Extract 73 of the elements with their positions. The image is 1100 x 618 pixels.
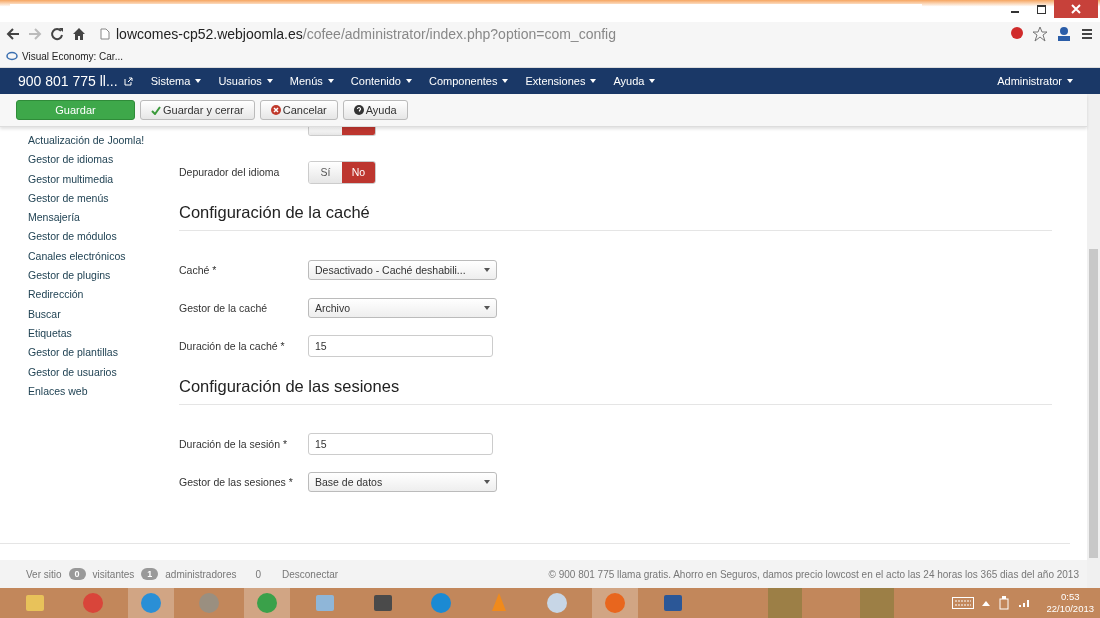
input-field[interactable]: 15 <box>308 335 493 357</box>
check-icon <box>151 105 161 115</box>
toggle-option[interactable]: No <box>342 161 375 183</box>
power-icon[interactable] <box>998 596 1011 610</box>
toolbar-button[interactable]: Ayuda <box>342 100 408 120</box>
taskbar-app-icon[interactable] <box>860 588 895 618</box>
count-badge: 0 <box>68 568 86 580</box>
keyboard-icon[interactable] <box>952 597 975 609</box>
home-icon[interactable] <box>72 26 86 41</box>
close-icon <box>270 105 281 115</box>
sidebar-link[interactable]: Actualización de Joomla! <box>28 131 179 151</box>
field-label: Gestor de la caché <box>179 302 269 314</box>
sidebar-link[interactable]: Gestor de plantillas <box>28 343 179 363</box>
sidebar-link[interactable]: Gestor de idiomas <box>28 150 179 170</box>
section-heading: Configuración de las sesiones <box>179 365 1052 405</box>
sidebar-link[interactable]: Gestor de plugins <box>28 266 179 286</box>
taskbar-app-icon[interactable] <box>768 588 803 618</box>
bookmark-favicon-icon <box>6 51 18 61</box>
sidebar-link[interactable]: Redirección <box>28 285 179 305</box>
field-label: Duración de la caché * <box>179 340 286 352</box>
close-button[interactable] <box>1054 0 1098 18</box>
page-icon <box>100 27 110 40</box>
star-icon[interactable] <box>1032 25 1048 42</box>
help-icon <box>353 105 364 115</box>
toolbar-button[interactable]: Guardar y cerrar <box>140 100 255 120</box>
toggle-segment[interactable] <box>342 127 375 135</box>
sidebar-link[interactable]: Gestor de usuarios <box>28 362 179 382</box>
app-icon[interactable] <box>81 591 105 615</box>
bookmark[interactable]: Visual Economy: Car... <box>6 50 123 62</box>
nav-menu[interactable]: Usuarios <box>218 75 273 87</box>
external-link-icon <box>123 76 133 86</box>
nav-menu[interactable]: Contenido <box>350 75 412 87</box>
sidebar-link[interactable]: Canales electrónicos <box>28 246 179 267</box>
sidebar-link[interactable]: Etiquetas <box>28 323 179 344</box>
toolbar-button[interactable]: Cancelar <box>259 100 338 120</box>
user-menu[interactable]: Administrator <box>997 75 1073 87</box>
nav-menu[interactable]: Extensiones <box>525 75 597 87</box>
messages-count[interactable]: 0 <box>255 568 261 580</box>
reload-icon[interactable] <box>50 26 64 41</box>
logout-link[interactable]: Desconectar <box>282 568 339 580</box>
toggle-option[interactable]: Sí <box>309 161 342 183</box>
nav-menu[interactable]: Componentes <box>429 75 509 87</box>
dropdown[interactable]: Desactivado - Caché deshabili... <box>308 260 497 280</box>
sidebar-link[interactable]: Gestor multimedia <box>28 169 179 189</box>
nav-menu[interactable]: Sistema <box>150 75 202 87</box>
sidebar-link[interactable]: Gestor de módulos <box>28 227 179 247</box>
dropdown[interactable]: Archivo <box>308 298 497 318</box>
copyright-text: © 900 801 775 llama gratis. Ahorro en Seguros, damos precio lowcost en el acto las 24 horas los 365 dias del año 2013 <box>548 568 1079 580</box>
sidebar-link[interactable]: Buscar <box>28 304 179 324</box>
nav-menu[interactable]: Menús <box>289 75 334 87</box>
back-icon[interactable] <box>6 26 20 41</box>
admins-label: administradores <box>165 568 237 580</box>
sidebar-link[interactable]: Enlaces web <box>28 381 179 402</box>
sidebar-link[interactable]: Mensajería <box>28 208 179 228</box>
tray-expand-icon[interactable] <box>982 600 991 606</box>
close-icon <box>1071 4 1081 14</box>
nav-menu[interactable]: Ayuda <box>613 75 656 87</box>
visitors-label: visitantes <box>92 568 135 580</box>
site-name-link[interactable]: 900 801 775 ll... <box>18 73 118 89</box>
dropdown[interactable]: Base de datos <box>308 472 497 492</box>
input-field[interactable]: 15 <box>308 433 493 455</box>
field-label: Gestor de las sesiones * <box>179 476 294 488</box>
field-label: Duración de la sesión * <box>179 438 288 450</box>
view-site-link[interactable]: Ver sitio <box>26 568 62 580</box>
forward-icon[interactable] <box>28 26 42 41</box>
field-label: Depurador del idioma <box>179 166 281 178</box>
sidebar-link[interactable]: Gestor de menús <box>28 188 179 209</box>
toggle-segment[interactable] <box>309 127 342 135</box>
field-label: Caché * <box>179 264 218 276</box>
menu-icon[interactable] <box>1080 26 1094 41</box>
section-heading: Configuración de la caché <box>179 191 1052 231</box>
scrollbar[interactable] <box>1087 94 1100 588</box>
count-badge: 1 <box>141 568 159 580</box>
